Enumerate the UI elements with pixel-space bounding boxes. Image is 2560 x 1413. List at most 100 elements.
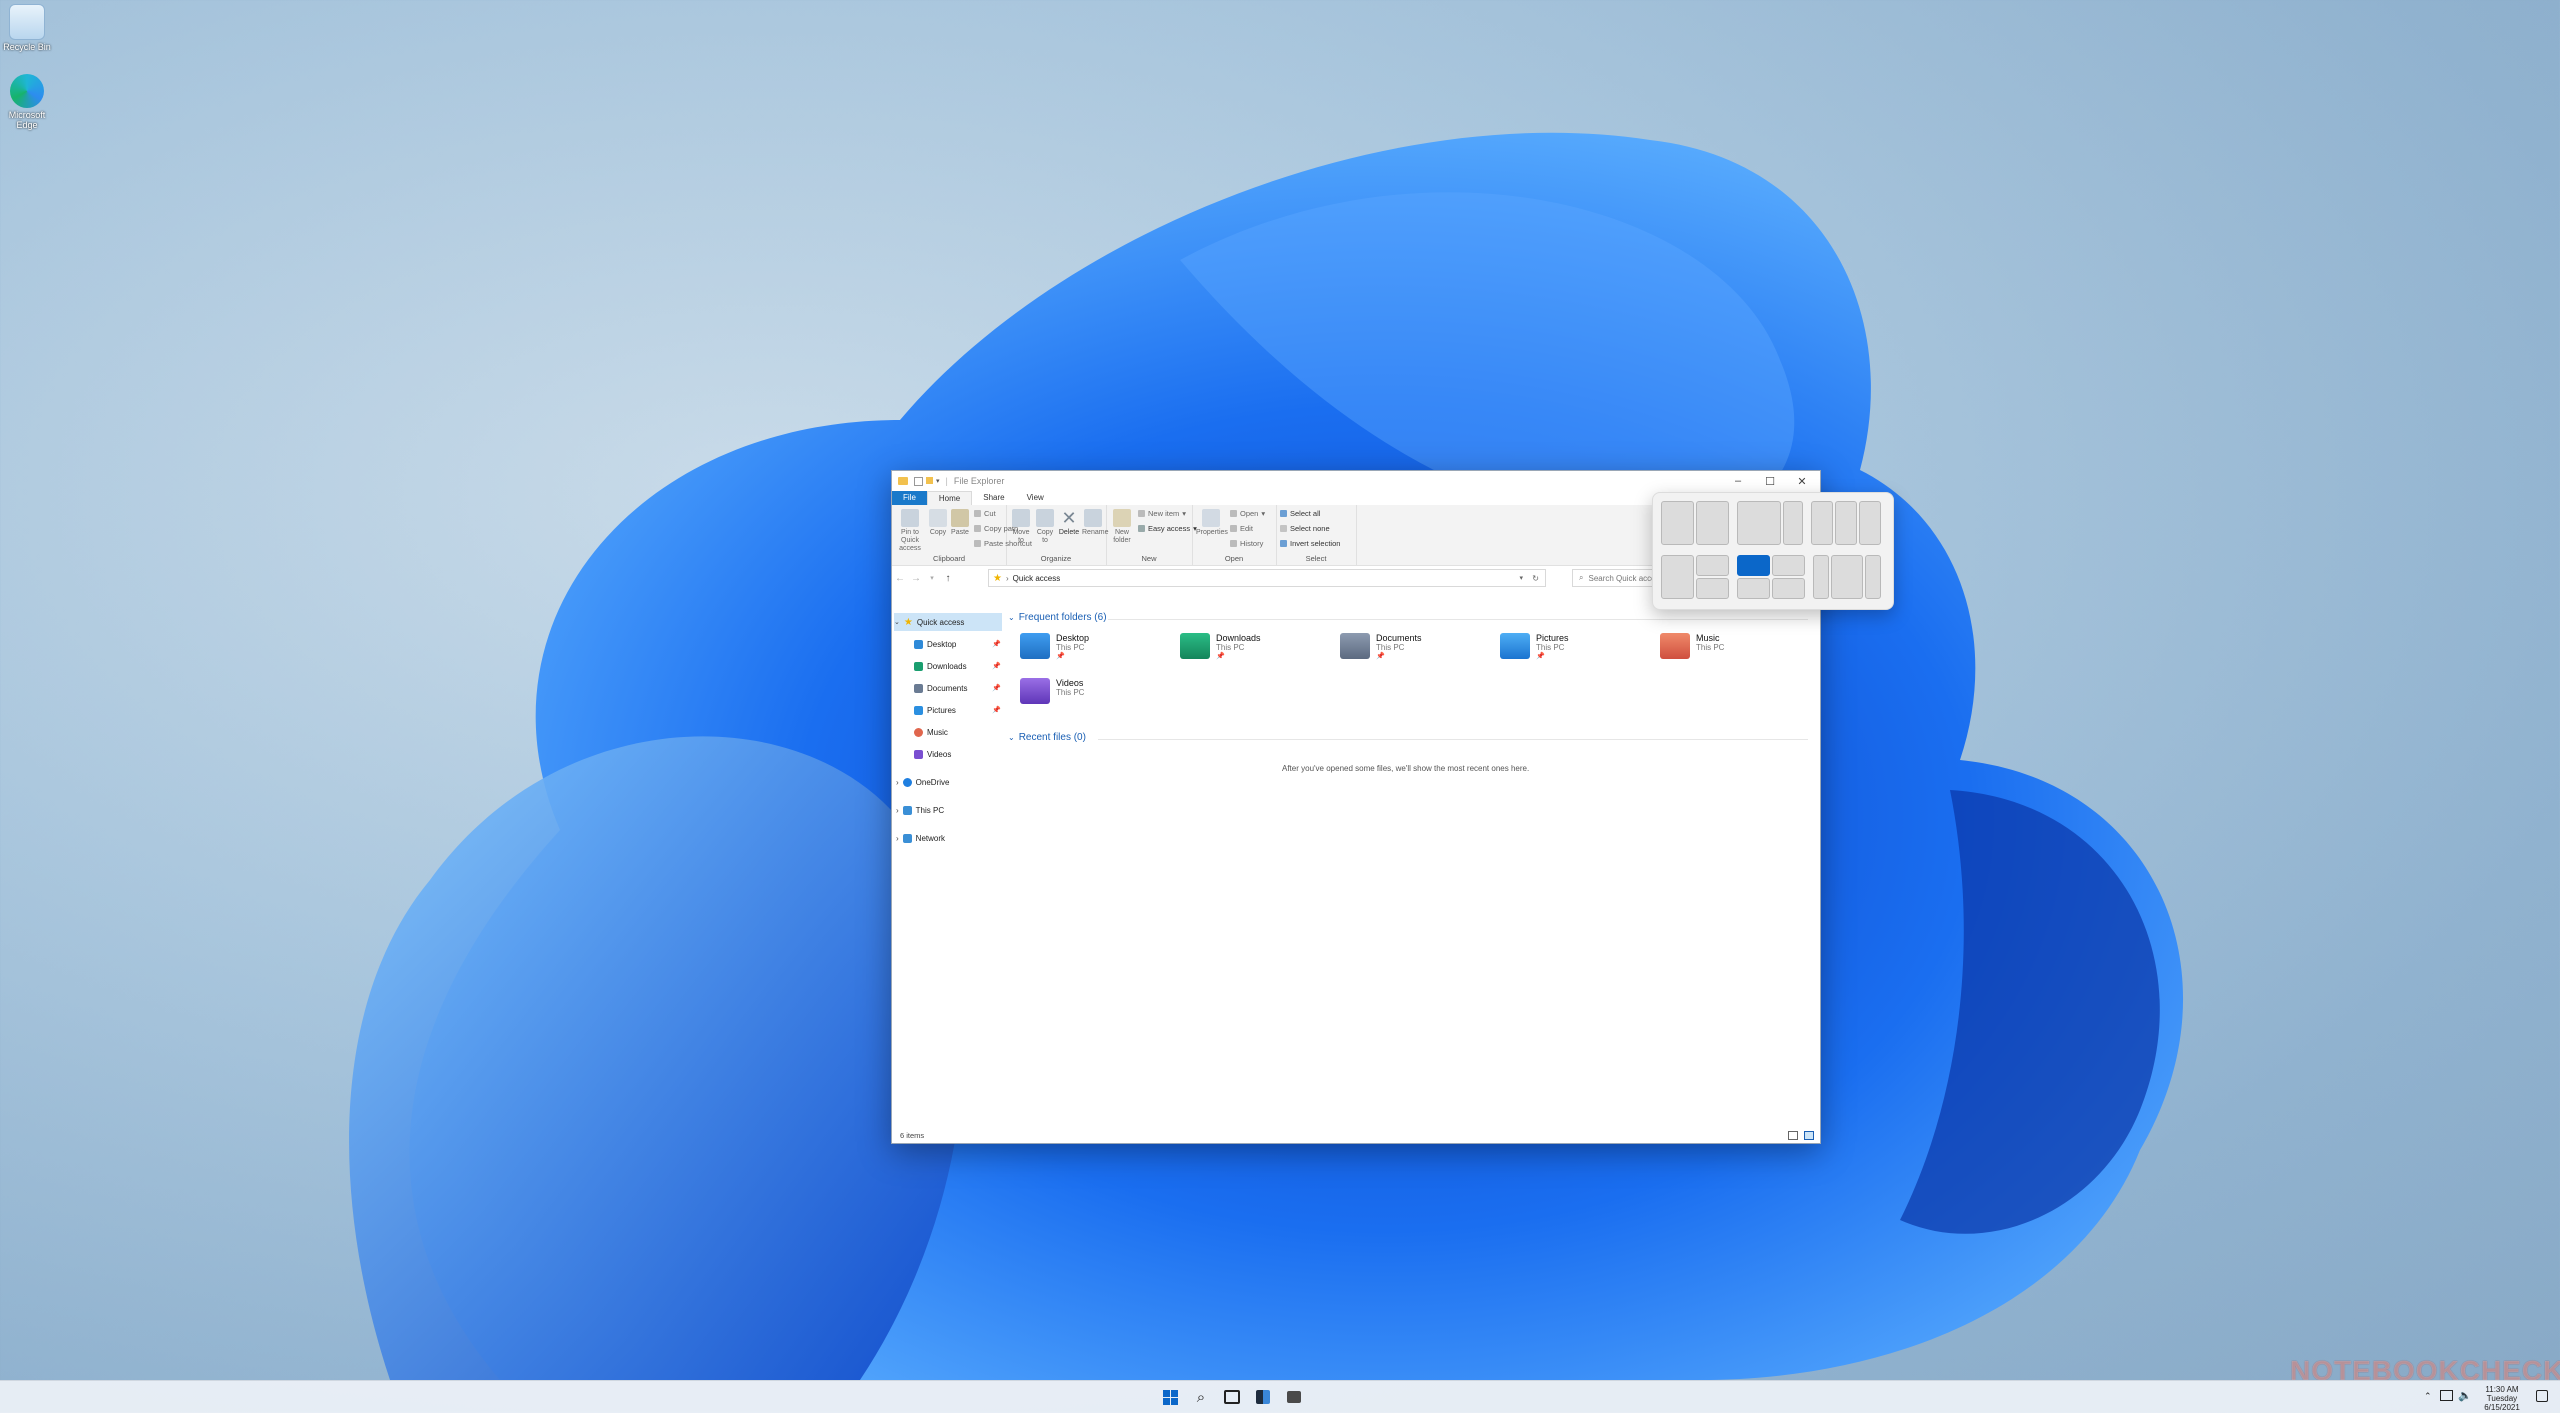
delete-button[interactable]: ✕ Delete [1058,509,1080,537]
open-button[interactable]: Open ▾ [1230,509,1265,518]
snap-zone-quarter-right[interactable] [1865,555,1881,599]
cut-button[interactable]: Cut [974,509,996,518]
chevron-down-icon[interactable]: ▾ [936,477,940,486]
properties-button[interactable]: Properties [1196,509,1228,537]
pin-icon [901,509,919,527]
nav-item-desktop[interactable]: Desktop [914,635,956,653]
desktop-icon-edge[interactable]: Microsoft Edge [2,74,52,130]
snap-zone-quarter-left[interactable] [1813,555,1829,599]
snap-zone-half-right[interactable] [1696,501,1729,545]
address-bar[interactable]: ★ › Quick access ▾ ↻ [988,569,1546,587]
copy-button[interactable]: Copy [928,509,948,537]
folder-tile-music[interactable]: Music This PC [1660,633,1810,673]
folder-tile-desktop[interactable]: Desktop This PC 📌 [1020,633,1170,673]
nav-item-music[interactable]: Music [914,723,948,741]
folder-tile-downloads[interactable]: Downloads This PC 📌 [1180,633,1330,673]
recent-files-header[interactable]: ⌄ Recent files (0) [1008,732,1086,743]
nav-item-documents[interactable]: Documents [914,679,967,697]
item-count: 6 items [900,1130,925,1140]
snap-zone-third-center[interactable] [1835,501,1857,545]
notification-icon[interactable] [2536,1390,2548,1402]
quick-access-toolbar[interactable]: ▾ [914,476,940,486]
breadcrumb[interactable]: Quick access [1013,574,1061,583]
maximize-button[interactable]: ☐ [1754,471,1786,491]
new-item-button[interactable]: New item ▾ [1138,509,1186,518]
move-to-button[interactable]: Move to [1010,509,1032,545]
nav-item-downloads[interactable]: Downloads [914,657,967,675]
edge-taskbar-button[interactable] [1316,1387,1336,1407]
widgets-button[interactable] [1253,1387,1273,1407]
nav-item-network[interactable]: › Network [896,829,945,847]
easy-access-button[interactable]: Easy access ▾ [1138,524,1197,533]
forward-button[interactable]: → [908,573,924,584]
up-button[interactable]: ↑ [940,573,956,584]
snap-zone-third-left[interactable] [1811,501,1833,545]
snap-zone-half-left[interactable] [1661,501,1694,545]
tab-view[interactable]: View [1016,491,1055,505]
history-button[interactable]: History [1230,539,1263,548]
nav-item-videos[interactable]: Videos [914,745,951,763]
refresh-icon[interactable]: ↻ [1532,574,1539,583]
search-button[interactable]: ⌕ [1191,1387,1211,1407]
select-all-button[interactable]: Select all [1280,509,1320,518]
network-icon[interactable] [2440,1390,2453,1401]
select-none-button[interactable]: Select none [1280,524,1330,533]
tab-file[interactable]: File [892,491,927,505]
clock[interactable]: 11:30 AM Tuesday 6/15/2021 [2476,1385,2528,1412]
minimize-button[interactable]: – [1722,471,1754,491]
tab-home[interactable]: Home [926,490,973,506]
edit-icon [1230,525,1237,532]
downloads-folder-icon [1180,633,1210,659]
pin-icon: 📌 [992,707,1001,714]
chevron-right-icon: › [896,777,899,787]
snap-zone-half-center[interactable] [1831,555,1863,599]
new-folder-button[interactable]: New folder [1110,509,1134,545]
start-button[interactable] [1160,1387,1180,1407]
recent-locations-button[interactable]: ▾ [924,574,940,582]
nav-item-pictures[interactable]: Pictures [914,701,956,719]
new-folder-icon[interactable] [926,476,933,484]
pin-to-quick-access-button[interactable]: Pin to Quick access [895,509,925,553]
snap-zone-top-right[interactable] [1696,555,1729,576]
snap-zone-large-left[interactable] [1737,501,1781,545]
nav-item-this-pc[interactable]: › This PC [896,801,944,819]
tab-share[interactable]: Share [972,491,1015,505]
snap-zone-left[interactable] [1661,555,1694,599]
chevron-up-icon[interactable]: ⌃ [2424,1391,2432,1402]
nav-item-onedrive[interactable]: › OneDrive [896,773,949,791]
large-icons-view-icon[interactable] [1804,1130,1814,1140]
folder-tile-pictures[interactable]: Pictures This PC 📌 [1500,633,1650,673]
volume-icon[interactable]: 🔈 [2458,1389,2472,1402]
music-folder-icon [1660,633,1690,659]
properties-icon[interactable] [914,476,923,486]
store-taskbar-button[interactable] [1347,1387,1367,1407]
pin-icon: 📌 [1376,653,1385,660]
pin-icon: 📌 [1056,653,1065,660]
edit-button[interactable]: Edit [1230,524,1253,533]
videos-folder-icon [914,749,923,759]
active-app-taskbar-button[interactable] [1378,1387,1398,1407]
details-view-icon[interactable] [1788,1130,1798,1140]
snap-zone-quadrant-bottom-left[interactable] [1737,578,1770,599]
invert-selection-button[interactable]: Invert selection [1280,539,1340,548]
nav-item-quick-access[interactable]: ⌄ ★ Quick access [894,613,1002,631]
frequent-folders-header[interactable]: ⌄ Frequent folders (6) [1008,612,1107,623]
snap-zone-quadrant-top-right[interactable] [1772,555,1805,576]
task-view-button[interactable] [1222,1387,1242,1407]
close-button[interactable]: ✕ [1786,471,1818,491]
folder-tile-videos[interactable]: Videos This PC [1020,678,1170,718]
rename-button[interactable]: Rename [1082,509,1108,537]
snap-zone-quadrant-bottom-right[interactable] [1772,578,1805,599]
desktop-icon-recycle-bin[interactable]: Recycle Bin [2,4,52,52]
file-explorer-taskbar-button[interactable] [1285,1387,1305,1407]
folder-tile-documents[interactable]: Documents This PC 📌 [1340,633,1490,673]
paste-button[interactable]: Paste [950,509,970,537]
snap-zone-narrow-right[interactable] [1783,501,1803,545]
chevron-down-icon[interactable]: ▾ [1519,574,1523,582]
copy-to-button[interactable]: Copy to [1034,509,1056,545]
music-folder-icon [914,727,923,737]
snap-zone-quadrant-top-left[interactable] [1737,555,1770,576]
snap-zone-third-right[interactable] [1859,501,1881,545]
snap-zone-bottom-right[interactable] [1696,578,1729,599]
back-button[interactable]: ← [892,573,908,584]
